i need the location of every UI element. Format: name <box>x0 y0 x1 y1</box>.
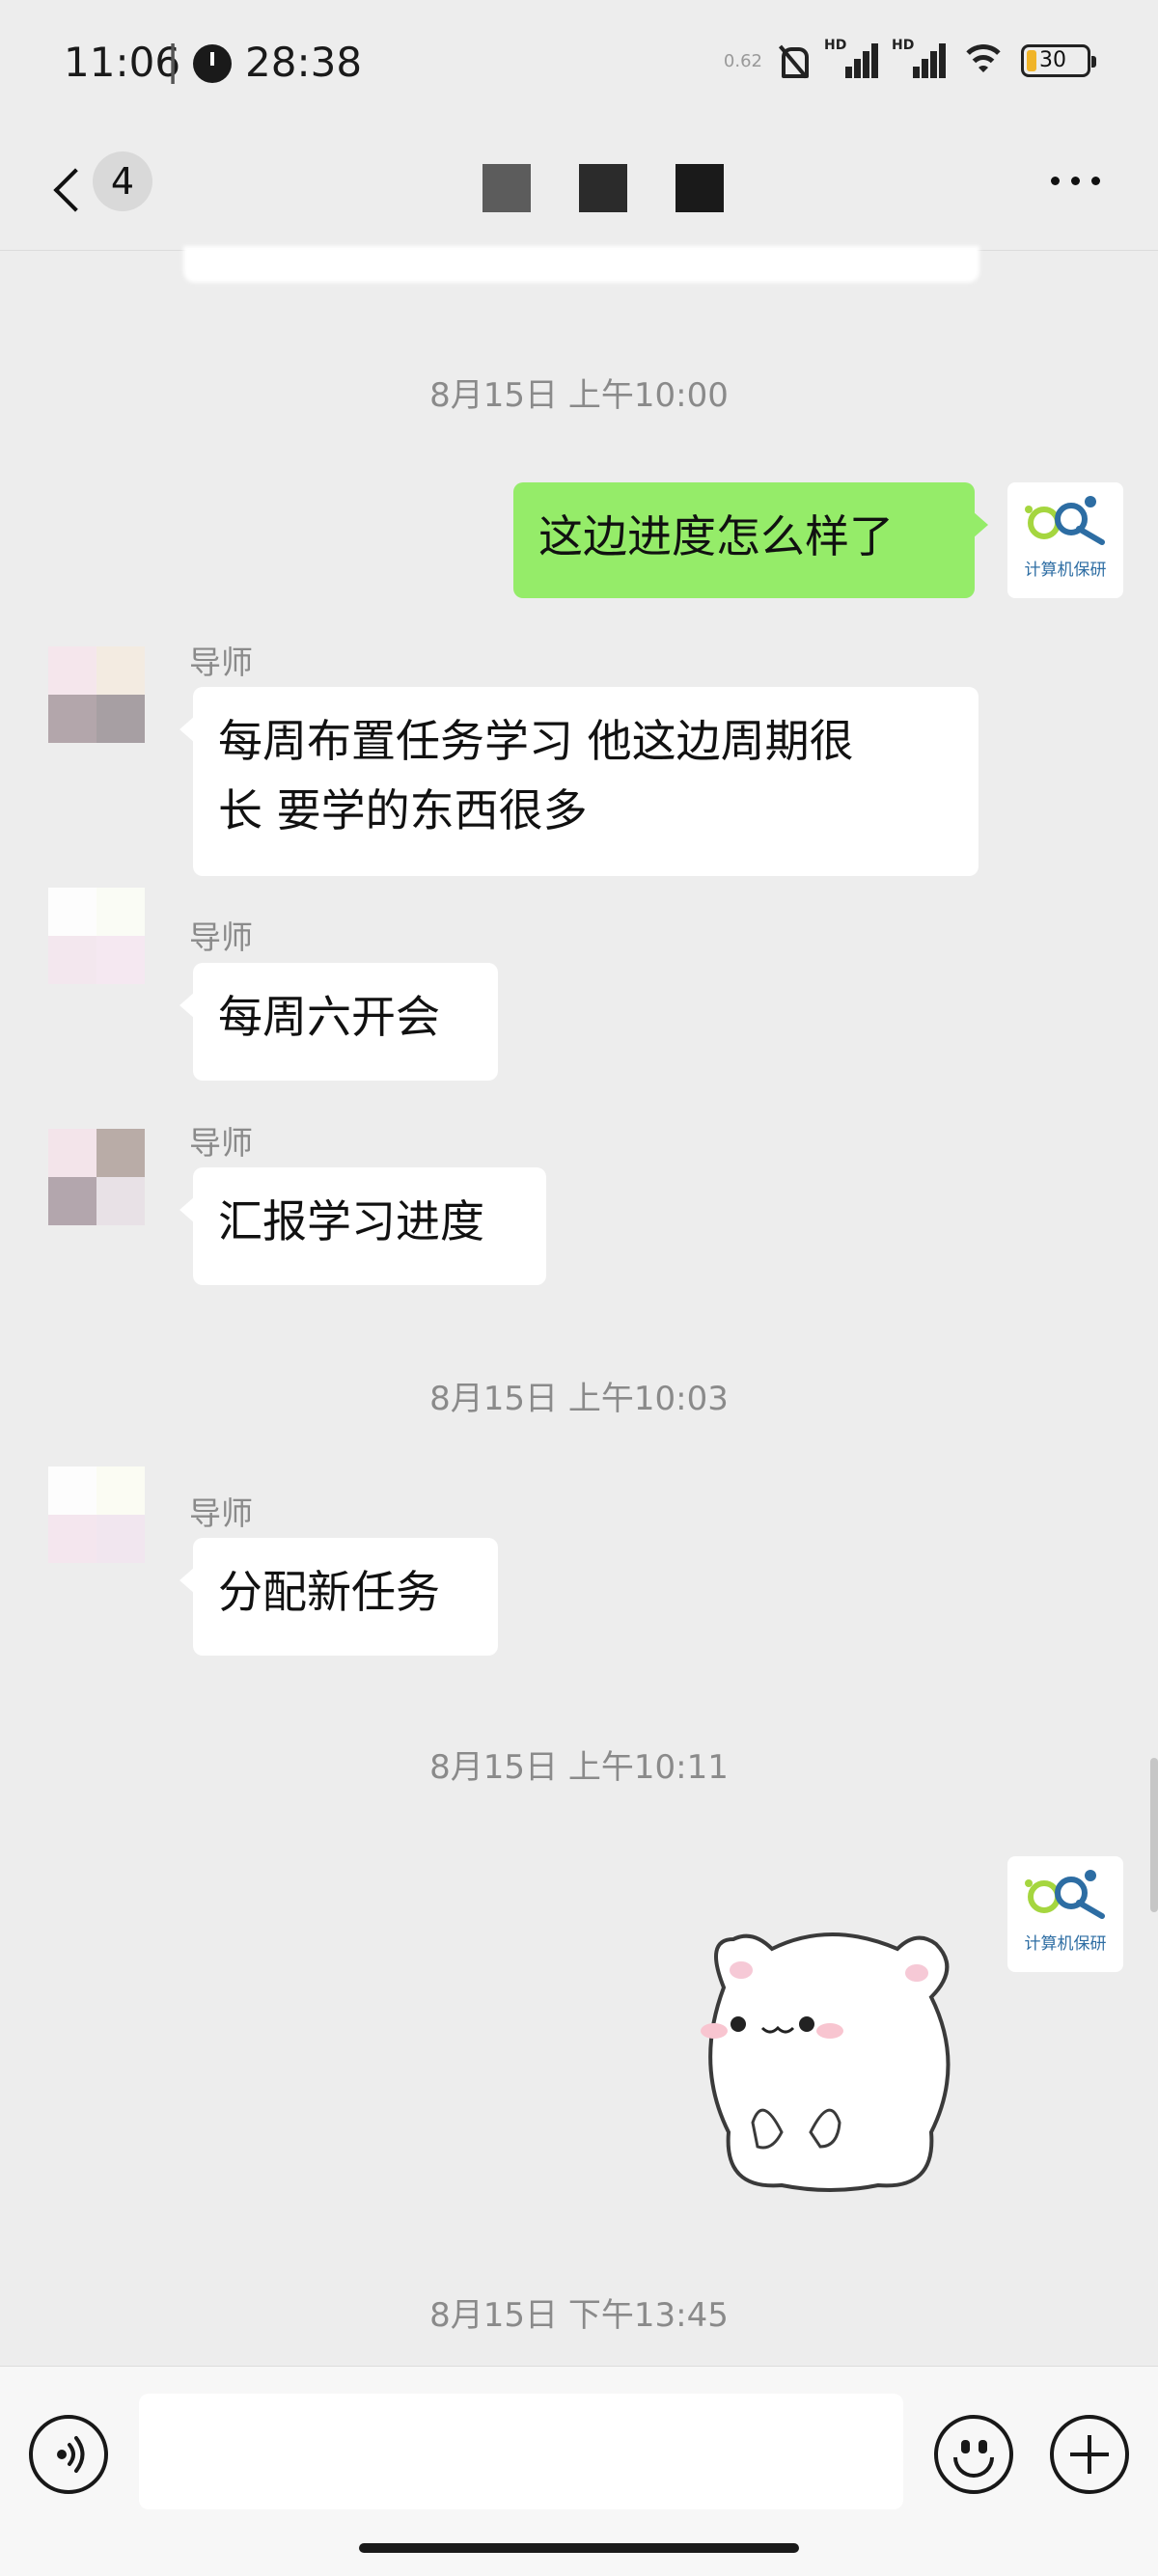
chat-header: 4 <box>0 130 1158 251</box>
message-timestamp: 8月15日 上午10:03 <box>429 1380 729 1418</box>
status-time: 11:06 <box>64 39 181 86</box>
scrollbar[interactable] <box>1150 1758 1158 1912</box>
logo-icon <box>1025 496 1105 545</box>
more-icon[interactable] <box>1051 177 1100 185</box>
avatar-caption: 计算机保研 <box>1024 561 1107 580</box>
sender-name: 导师 <box>189 918 253 956</box>
logo-icon <box>1025 1870 1105 1919</box>
chat-title-redacted <box>482 164 724 212</box>
voice-icon[interactable] <box>29 2415 108 2494</box>
incoming-message-bubble[interactable]: 每周布置任务学习 他这边周期很 长 要学的东西很多 <box>179 687 979 876</box>
previous-message-partial <box>183 246 979 283</box>
status-separator: | <box>166 37 180 84</box>
outgoing-message-bubble[interactable]: 这边进度怎么样了 <box>513 482 988 598</box>
sender-name: 导师 <box>189 1494 253 1532</box>
message-text-line: 长 要学的东西很多 <box>218 784 588 836</box>
message-input[interactable] <box>139 2394 903 2509</box>
sender-name: 导师 <box>189 644 253 681</box>
incoming-message-bubble[interactable]: 分配新任务 <box>179 1538 498 1656</box>
signal-hd-label: HD <box>892 38 915 53</box>
emoji-icon[interactable] <box>934 2415 1013 2494</box>
incoming-message-bubble[interactable]: 汇报学习进度 <box>179 1167 546 1285</box>
white-cat-sticker-icon[interactable] <box>685 1901 975 2209</box>
avatar-caption: 计算机保研 <box>1024 1934 1107 1954</box>
message-text-line: 每周布置任务学习 他这边周期很 <box>218 715 854 767</box>
home-indicator[interactable] <box>359 2543 799 2553</box>
message-timestamp: 8月15日 上午10:11 <box>429 1748 729 1787</box>
message-text: 分配新任务 <box>218 1566 440 1618</box>
self-avatar[interactable]: 计算机保研 <box>1007 1856 1123 1972</box>
mute-icon <box>776 43 811 78</box>
mentor-avatar[interactable] <box>48 888 145 984</box>
signal-hd-label: HD <box>824 38 847 53</box>
incoming-message-bubble[interactable]: 每周六开会 <box>179 963 498 1081</box>
alarm-clock-icon <box>193 44 232 83</box>
unread-count-badge[interactable]: 4 <box>93 151 152 211</box>
wifi-icon <box>959 42 1007 79</box>
message-text: 汇报学习进度 <box>218 1195 484 1247</box>
signal-icon: HD <box>824 38 878 78</box>
signal-icon: HD <box>892 38 946 78</box>
mentor-avatar[interactable] <box>48 1129 145 1225</box>
message-timestamp: 8月15日 下午13:45 <box>429 2296 729 2335</box>
battery-icon: 30 <box>1021 44 1096 77</box>
status-icons: 0.62 HD HD 30 <box>712 38 1096 79</box>
mentor-avatar[interactable] <box>48 1466 145 1563</box>
message-text: 这边进度怎么样了 <box>538 510 894 562</box>
network-speed: 0.62 <box>723 50 762 71</box>
status-timer: 28:38 <box>245 39 363 86</box>
sender-name: 导师 <box>189 1124 253 1162</box>
plus-icon[interactable] <box>1050 2415 1129 2494</box>
message-text: 每周六开会 <box>218 991 440 1043</box>
mentor-avatar[interactable] <box>48 646 145 743</box>
battery-level: 30 <box>1039 48 1066 72</box>
status-bar: 11:06 | 28:38 0.62 HD HD 30 <box>0 0 1158 130</box>
self-avatar[interactable]: 计算机保研 <box>1007 482 1123 598</box>
message-timestamp: 8月15日 上午10:00 <box>429 376 729 415</box>
